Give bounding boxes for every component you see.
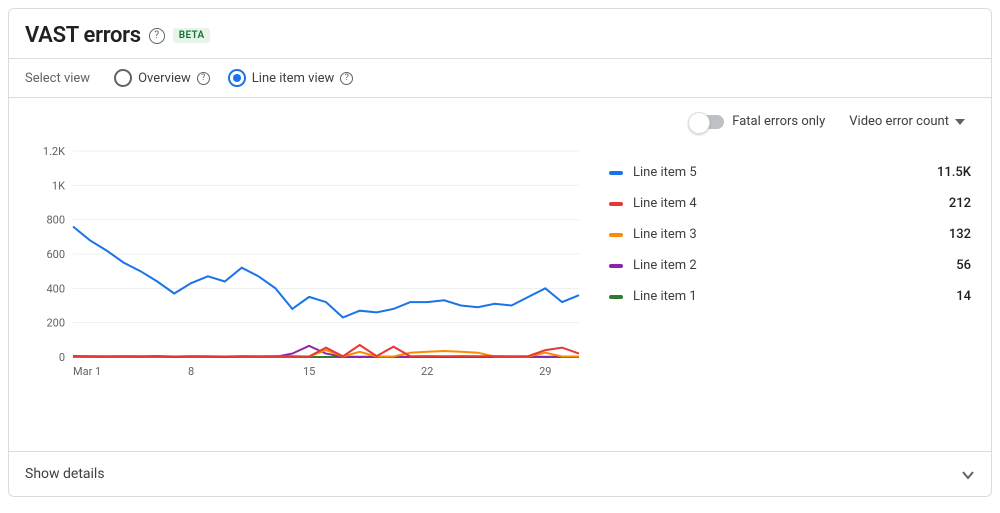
- legend-column: Line item 511.5KLine item 4212Line item …: [609, 143, 971, 451]
- view-option-label: Overview: [138, 71, 191, 86]
- svg-text:1.2K: 1.2K: [43, 145, 65, 158]
- line-chart: 0 200 400 600 800 1K 1.2K Mar 1 8 15 22 29: [29, 143, 589, 383]
- chart-row: 0 200 400 600 800 1K 1.2K Mar 1 8 15 22 29 Line ite…: [9, 139, 991, 451]
- legend-name: Line item 3: [633, 227, 901, 242]
- fatal-errors-toggle[interactable]: [690, 115, 724, 129]
- series-line: [73, 227, 579, 318]
- legend-item[interactable]: Line item 3 132: [609, 219, 971, 250]
- vast-errors-card: VAST errors ? BETA Select view Overview …: [8, 8, 992, 497]
- legend-value: 132: [911, 227, 971, 242]
- radio-icon: [228, 69, 246, 87]
- svg-text:800: 800: [46, 214, 65, 227]
- legend-item[interactable]: Line item 2 56: [609, 250, 971, 281]
- svg-text:22: 22: [421, 365, 433, 378]
- svg-text:1K: 1K: [52, 179, 65, 192]
- legend-swatch: [609, 264, 623, 268]
- svg-text:200: 200: [46, 317, 65, 330]
- radio-icon: [114, 69, 132, 87]
- card-header: VAST errors ? BETA: [9, 9, 991, 59]
- chart-column: 0 200 400 600 800 1K 1.2K Mar 1 8 15 22 29: [29, 143, 589, 451]
- svg-text:15: 15: [303, 365, 315, 378]
- legend-item[interactable]: Line item 1 14: [609, 281, 971, 312]
- select-view-label: Select view: [25, 71, 90, 86]
- legend-swatch: [609, 202, 623, 206]
- metric-dropdown[interactable]: Video error count: [843, 110, 971, 133]
- legend-value: 212: [911, 196, 971, 211]
- view-option-line-item[interactable]: Line item view ?: [228, 69, 354, 87]
- help-icon[interactable]: ?: [197, 72, 210, 85]
- legend-value: 56: [911, 258, 971, 273]
- dropdown-label: Video error count: [849, 114, 949, 129]
- legend-swatch: [609, 171, 623, 175]
- legend-name: Line item 4: [633, 196, 901, 211]
- legend-name: Line item 2: [633, 258, 901, 273]
- legend-swatch: [609, 233, 623, 237]
- card-body: Fatal errors only Video error count 0 200…: [9, 98, 991, 451]
- help-icon[interactable]: ?: [149, 28, 165, 44]
- toggle-label: Fatal errors only: [732, 114, 825, 129]
- view-selector-bar: Select view Overview ? Line item view ?: [9, 59, 991, 98]
- show-details-label: Show details: [25, 466, 105, 482]
- chart-toolbar: Fatal errors only Video error count: [9, 98, 991, 139]
- view-option-label: Line item view: [252, 71, 335, 86]
- svg-text:600: 600: [46, 248, 65, 261]
- svg-text:400: 400: [46, 282, 65, 295]
- svg-text:8: 8: [188, 365, 194, 378]
- help-icon[interactable]: ?: [340, 72, 353, 85]
- legend-name: Line item 1: [633, 289, 901, 304]
- legend-swatch: [609, 295, 623, 299]
- svg-text:0: 0: [59, 351, 65, 364]
- show-details-row[interactable]: Show details: [9, 451, 991, 496]
- chevron-down-icon: [961, 467, 975, 481]
- beta-badge: BETA: [173, 28, 211, 43]
- legend-item[interactable]: Line item 5 11.5K: [609, 157, 971, 188]
- legend-value: 14: [911, 289, 971, 304]
- caret-down-icon: [955, 117, 965, 127]
- legend-item[interactable]: Line item 4 212: [609, 188, 971, 219]
- legend-value: 11.5K: [911, 165, 971, 180]
- svg-text:29: 29: [539, 365, 551, 378]
- legend-name: Line item 5: [633, 165, 901, 180]
- svg-text:Mar 1: Mar 1: [73, 365, 101, 378]
- fatal-errors-toggle-group: Fatal errors only: [690, 114, 825, 129]
- view-option-overview[interactable]: Overview ?: [114, 69, 210, 87]
- card-title: VAST errors: [25, 23, 141, 48]
